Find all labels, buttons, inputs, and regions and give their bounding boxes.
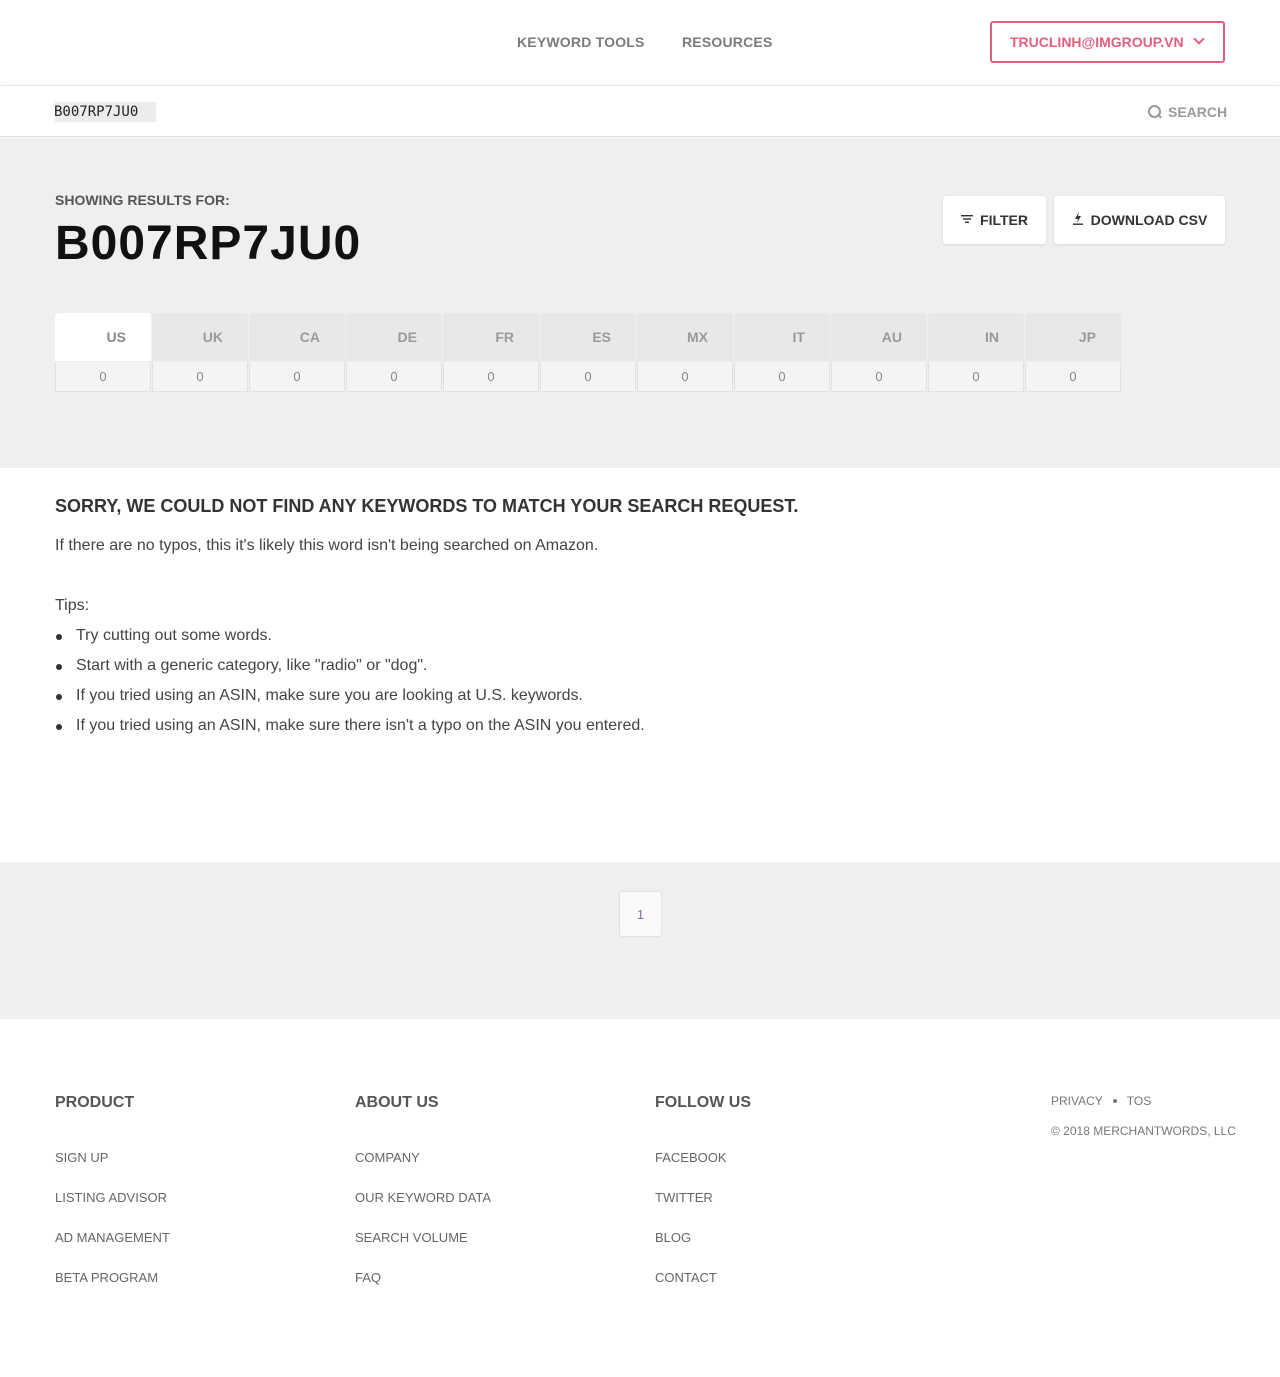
tips-list: Try cutting out some words. Start with a… <box>55 627 645 747</box>
country-col-fr: FR 0 <box>443 313 539 392</box>
footer-link-twitter[interactable]: TWITTER <box>655 1190 713 1205</box>
filter-icon <box>961 213 974 227</box>
footer-link-faq[interactable]: FAQ <box>355 1270 381 1285</box>
tab-country-fr[interactable]: FR <box>443 313 539 361</box>
tab-country-au[interactable]: AU <box>831 313 927 361</box>
footer-link-blog[interactable]: BLOG <box>655 1230 691 1245</box>
results-header: SHOWING RESULTS FOR: B007RP7JU0 FILTER D… <box>0 138 1280 468</box>
tab-country-it[interactable]: IT <box>734 313 830 361</box>
footer-follow-title: FOLLOW US <box>655 1094 751 1111</box>
footer-link-listing-advisor[interactable]: LISTING ADVISOR <box>55 1190 167 1205</box>
filter-button[interactable]: FILTER <box>943 196 1046 244</box>
country-count: 0 <box>55 362 151 392</box>
privacy-link[interactable]: PRIVACY <box>1051 1094 1103 1108</box>
footer-link-contact[interactable]: CONTACT <box>655 1270 717 1285</box>
bullet-icon <box>56 724 62 730</box>
tips-label: Tips: <box>55 597 90 614</box>
list-item: If you tried using an ASIN, make sure th… <box>55 717 645 747</box>
country-count: 0 <box>249 362 345 392</box>
list-item: If you tried using an ASIN, make sure yo… <box>55 687 645 717</box>
chevron-down-icon <box>1193 33 1205 45</box>
country-count: 0 <box>831 362 927 392</box>
country-col-es: ES 0 <box>540 313 636 392</box>
download-csv-label: DOWNLOAD CSV <box>1090 212 1208 228</box>
country-count: 0 <box>928 362 1024 392</box>
tab-country-jp[interactable]: JP <box>1025 313 1121 361</box>
country-col-au: AU 0 <box>831 313 927 392</box>
filter-label: FILTER <box>980 212 1028 228</box>
country-count: 0 <box>540 362 636 392</box>
footer-link-search-volume[interactable]: SEARCH VOLUME <box>355 1230 468 1245</box>
nav-resources[interactable]: RESOURCES <box>682 34 772 50</box>
result-term: B007RP7JU0 <box>55 217 362 270</box>
account-email: TRUCLINH@IMGROUP.VN <box>1010 34 1184 50</box>
footer-link-company[interactable]: COMPANY <box>355 1150 420 1165</box>
nav-keyword-tools[interactable]: KEYWORD TOOLS <box>517 34 645 50</box>
download-csv-button[interactable]: DOWNLOAD CSV <box>1054 196 1225 244</box>
country-count: 0 <box>443 362 539 392</box>
no-results-title: SORRY, WE COULD NOT FIND ANY KEYWORDS TO… <box>55 496 799 516</box>
country-col-ca: CA 0 <box>249 313 345 392</box>
country-col-de: DE 0 <box>346 313 442 392</box>
account-menu-button[interactable]: TRUCLINH@IMGROUP.VN <box>990 21 1225 63</box>
copyright: © 2018 MERCHANTWORDS, LLC <box>1051 1124 1236 1138</box>
country-col-mx: MX 0 <box>637 313 733 392</box>
search-icon <box>1148 105 1162 119</box>
showing-results-label: SHOWING RESULTS FOR: <box>55 192 230 208</box>
country-col-jp: JP 0 <box>1025 313 1121 392</box>
tip-text: Start with a generic category, like "rad… <box>76 657 428 674</box>
tab-country-in[interactable]: IN <box>928 313 1024 361</box>
tip-text: Try cutting out some words. <box>76 627 272 644</box>
footer-link-facebook[interactable]: FACEBOOK <box>655 1150 727 1165</box>
tab-country-uk[interactable]: UK <box>152 313 248 361</box>
tab-country-ca[interactable]: CA <box>249 313 345 361</box>
search-bar <box>0 87 1280 137</box>
search-input[interactable] <box>54 100 654 124</box>
country-count: 0 <box>346 362 442 392</box>
separator-dot-icon <box>1112 1099 1117 1103</box>
list-item: Try cutting out some words. <box>55 627 645 657</box>
country-count: 0 <box>734 362 830 392</box>
footer-link-ad-management[interactable]: AD MANAGEMENT <box>55 1230 170 1245</box>
footer-link-beta-program[interactable]: BETA PROGRAM <box>55 1270 158 1285</box>
tab-country-es[interactable]: ES <box>540 313 636 361</box>
footer-about-title: ABOUT US <box>355 1094 439 1111</box>
bullet-icon <box>56 694 62 700</box>
list-item: Start with a generic category, like "rad… <box>55 657 645 687</box>
page-button-1[interactable]: 1 <box>619 891 662 937</box>
tip-text: If you tried using an ASIN, make sure yo… <box>76 687 583 704</box>
country-count: 0 <box>152 362 248 392</box>
download-icon <box>1072 212 1084 228</box>
country-col-in: IN 0 <box>928 313 1024 392</box>
tab-country-us[interactable]: US <box>55 313 151 361</box>
bullet-icon <box>56 634 62 640</box>
tab-country-mx[interactable]: MX <box>637 313 733 361</box>
search-button-label: SEARCH <box>1168 104 1228 120</box>
bullet-icon <box>56 664 62 670</box>
footer-product-title: PRODUCT <box>55 1094 135 1111</box>
pagination: 1 <box>0 862 1280 1019</box>
country-col-it: IT 0 <box>734 313 830 392</box>
country-col-uk: UK 0 <box>152 313 248 392</box>
country-count: 0 <box>637 362 733 392</box>
tab-country-de[interactable]: DE <box>346 313 442 361</box>
tos-link[interactable]: TOS <box>1127 1094 1151 1108</box>
country-col-us: US 0 <box>55 313 151 392</box>
tip-text: If you tried using an ASIN, make sure th… <box>76 717 645 734</box>
country-count: 0 <box>1025 362 1121 392</box>
search-button[interactable]: SEARCH <box>1148 104 1227 120</box>
country-tabs: US 0 UK 0 CA 0 DE 0 FR 0 ES 0 MX 0 IT 0 AU 0 IN 0 JP 0 <box>55 313 1122 392</box>
top-navigation: KEYWORD TOOLS RESOURCES TRUCLINH@IMGROUP… <box>0 0 1280 86</box>
legal-links: PRIVACY TOS <box>1051 1094 1151 1108</box>
footer-link-keyword-data[interactable]: OUR KEYWORD DATA <box>355 1190 491 1205</box>
footer-link-sign-up[interactable]: SIGN UP <box>55 1150 108 1165</box>
no-results-text: If there are no typos, this it's likely … <box>55 537 599 554</box>
